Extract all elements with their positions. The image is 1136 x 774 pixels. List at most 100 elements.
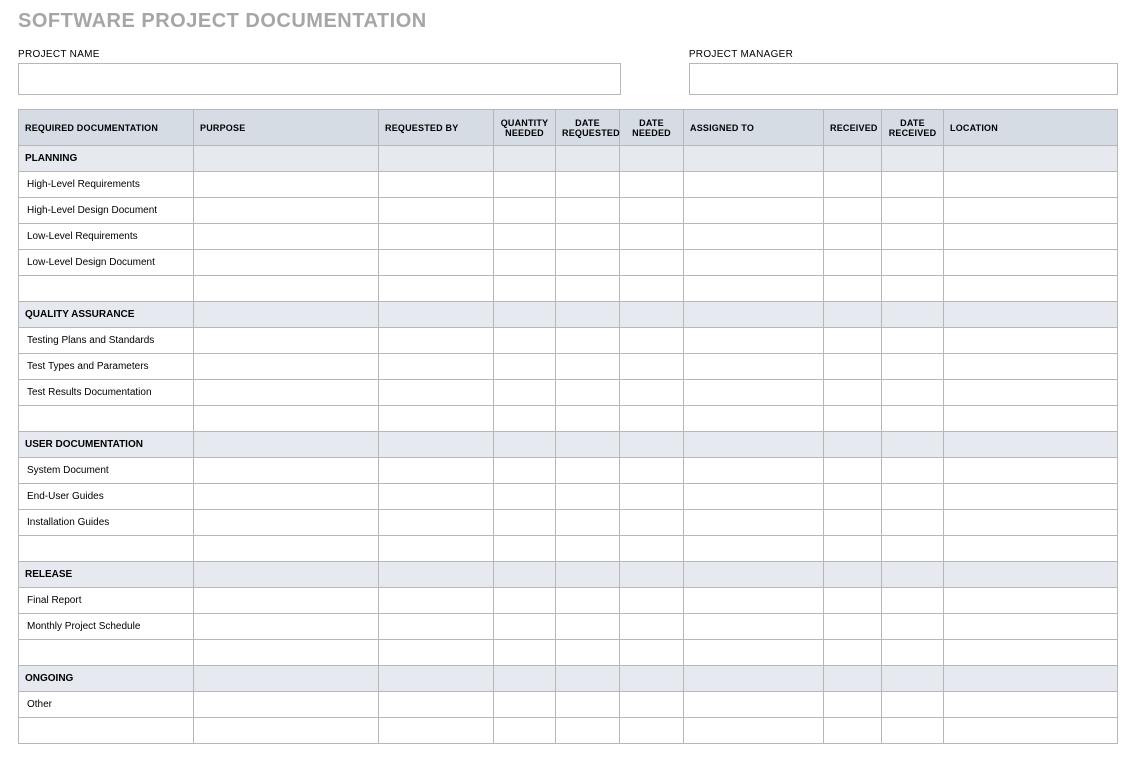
doc-name-cell[interactable] bbox=[19, 536, 194, 562]
data-cell[interactable] bbox=[824, 406, 882, 432]
data-cell[interactable] bbox=[379, 458, 494, 484]
data-cell[interactable] bbox=[379, 406, 494, 432]
data-cell[interactable] bbox=[494, 172, 556, 198]
doc-name-cell[interactable]: Low-Level Design Document bbox=[19, 250, 194, 276]
doc-name-cell[interactable]: System Document bbox=[19, 458, 194, 484]
data-cell[interactable] bbox=[944, 276, 1118, 302]
data-cell[interactable] bbox=[620, 640, 684, 666]
data-cell[interactable] bbox=[944, 380, 1118, 406]
data-cell[interactable] bbox=[620, 224, 684, 250]
data-cell[interactable] bbox=[494, 276, 556, 302]
data-cell[interactable] bbox=[379, 614, 494, 640]
data-cell[interactable] bbox=[556, 354, 620, 380]
data-cell[interactable] bbox=[194, 276, 379, 302]
data-cell[interactable] bbox=[684, 536, 824, 562]
data-cell[interactable] bbox=[824, 692, 882, 718]
data-cell[interactable] bbox=[882, 484, 944, 510]
data-cell[interactable] bbox=[684, 380, 824, 406]
data-cell[interactable] bbox=[684, 224, 824, 250]
data-cell[interactable] bbox=[944, 484, 1118, 510]
data-cell[interactable] bbox=[684, 250, 824, 276]
data-cell[interactable] bbox=[379, 198, 494, 224]
data-cell[interactable] bbox=[494, 406, 556, 432]
data-cell[interactable] bbox=[379, 276, 494, 302]
data-cell[interactable] bbox=[882, 198, 944, 224]
data-cell[interactable] bbox=[824, 484, 882, 510]
doc-name-cell[interactable] bbox=[19, 718, 194, 744]
data-cell[interactable] bbox=[944, 640, 1118, 666]
data-cell[interactable] bbox=[194, 198, 379, 224]
data-cell[interactable] bbox=[494, 224, 556, 250]
doc-name-cell[interactable] bbox=[19, 276, 194, 302]
doc-name-cell[interactable]: Test Types and Parameters bbox=[19, 354, 194, 380]
data-cell[interactable] bbox=[620, 250, 684, 276]
data-cell[interactable] bbox=[620, 484, 684, 510]
data-cell[interactable] bbox=[379, 718, 494, 744]
data-cell[interactable] bbox=[620, 198, 684, 224]
data-cell[interactable] bbox=[882, 328, 944, 354]
data-cell[interactable] bbox=[494, 692, 556, 718]
data-cell[interactable] bbox=[556, 224, 620, 250]
data-cell[interactable] bbox=[684, 276, 824, 302]
data-cell[interactable] bbox=[194, 354, 379, 380]
data-cell[interactable] bbox=[882, 172, 944, 198]
data-cell[interactable] bbox=[494, 250, 556, 276]
data-cell[interactable] bbox=[494, 640, 556, 666]
data-cell[interactable] bbox=[620, 588, 684, 614]
data-cell[interactable] bbox=[882, 588, 944, 614]
data-cell[interactable] bbox=[379, 250, 494, 276]
data-cell[interactable] bbox=[556, 692, 620, 718]
data-cell[interactable] bbox=[882, 536, 944, 562]
data-cell[interactable] bbox=[684, 718, 824, 744]
data-cell[interactable] bbox=[556, 536, 620, 562]
data-cell[interactable] bbox=[620, 692, 684, 718]
data-cell[interactable] bbox=[824, 250, 882, 276]
data-cell[interactable] bbox=[824, 458, 882, 484]
data-cell[interactable] bbox=[944, 198, 1118, 224]
doc-name-cell[interactable]: Test Results Documentation bbox=[19, 380, 194, 406]
data-cell[interactable] bbox=[556, 614, 620, 640]
doc-name-cell[interactable]: Other bbox=[19, 692, 194, 718]
data-cell[interactable] bbox=[944, 692, 1118, 718]
data-cell[interactable] bbox=[882, 692, 944, 718]
data-cell[interactable] bbox=[194, 380, 379, 406]
data-cell[interactable] bbox=[494, 510, 556, 536]
data-cell[interactable] bbox=[824, 172, 882, 198]
data-cell[interactable] bbox=[944, 718, 1118, 744]
data-cell[interactable] bbox=[684, 614, 824, 640]
data-cell[interactable] bbox=[494, 484, 556, 510]
data-cell[interactable] bbox=[494, 588, 556, 614]
data-cell[interactable] bbox=[620, 172, 684, 198]
data-cell[interactable] bbox=[882, 406, 944, 432]
data-cell[interactable] bbox=[620, 380, 684, 406]
data-cell[interactable] bbox=[556, 250, 620, 276]
data-cell[interactable] bbox=[824, 224, 882, 250]
doc-name-cell[interactable]: Monthly Project Schedule bbox=[19, 614, 194, 640]
data-cell[interactable] bbox=[194, 250, 379, 276]
data-cell[interactable] bbox=[882, 614, 944, 640]
data-cell[interactable] bbox=[556, 172, 620, 198]
data-cell[interactable] bbox=[556, 328, 620, 354]
data-cell[interactable] bbox=[824, 198, 882, 224]
data-cell[interactable] bbox=[556, 406, 620, 432]
data-cell[interactable] bbox=[556, 640, 620, 666]
data-cell[interactable] bbox=[494, 380, 556, 406]
project-name-input[interactable] bbox=[18, 63, 621, 95]
data-cell[interactable] bbox=[379, 588, 494, 614]
data-cell[interactable] bbox=[882, 510, 944, 536]
data-cell[interactable] bbox=[882, 640, 944, 666]
data-cell[interactable] bbox=[684, 510, 824, 536]
data-cell[interactable] bbox=[620, 718, 684, 744]
data-cell[interactable] bbox=[824, 328, 882, 354]
data-cell[interactable] bbox=[684, 640, 824, 666]
data-cell[interactable] bbox=[824, 588, 882, 614]
data-cell[interactable] bbox=[194, 536, 379, 562]
data-cell[interactable] bbox=[494, 614, 556, 640]
data-cell[interactable] bbox=[556, 588, 620, 614]
data-cell[interactable] bbox=[944, 614, 1118, 640]
data-cell[interactable] bbox=[194, 458, 379, 484]
data-cell[interactable] bbox=[556, 510, 620, 536]
doc-name-cell[interactable] bbox=[19, 406, 194, 432]
data-cell[interactable] bbox=[944, 224, 1118, 250]
doc-name-cell[interactable]: Final Report bbox=[19, 588, 194, 614]
